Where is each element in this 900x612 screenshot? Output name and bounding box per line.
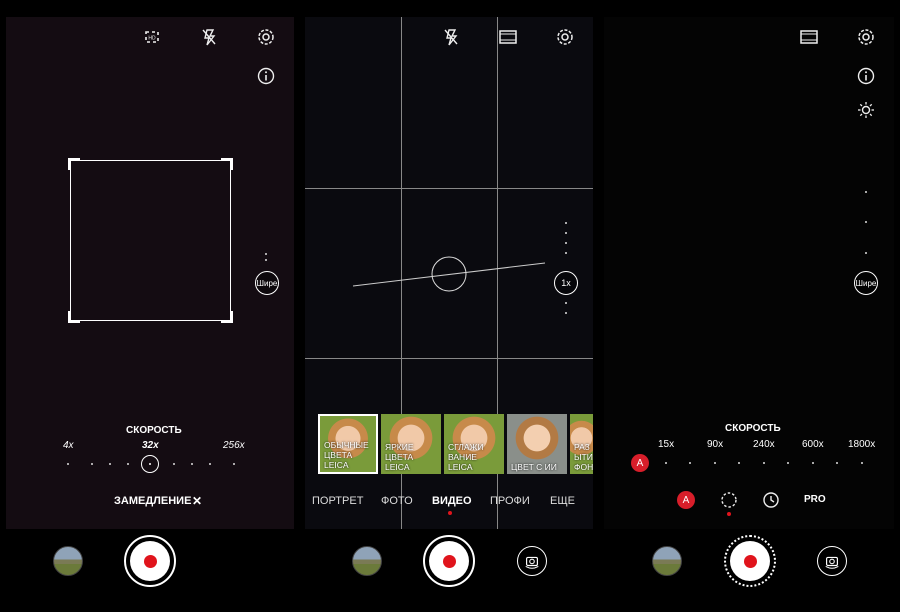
speed-label-4x[interactable]: 4x (63, 440, 74, 451)
filter-label: LEICA (448, 462, 473, 472)
grid-line (305, 188, 593, 189)
focus-frame (68, 158, 233, 323)
filter-ai-color[interactable]: ЦВЕТ С ИИ (507, 414, 567, 474)
wide-lens-label: Шире (256, 278, 278, 288)
speed-slider[interactable] (659, 455, 869, 471)
filter-label: РАЗ (574, 442, 590, 452)
filter-label: ЦВЕТ С ИИ (511, 462, 557, 472)
filter-label: СГЛАЖИ (448, 442, 484, 452)
wide-lens-button[interactable]: Шире (255, 271, 279, 295)
speed-slider[interactable] (61, 455, 241, 475)
speed-label-240x[interactable]: 240x (753, 439, 775, 450)
zoom-label: 1x (561, 278, 571, 288)
timer-icon[interactable] (761, 490, 781, 510)
zoom-dot (565, 312, 567, 314)
flash-off-icon[interactable] (199, 27, 219, 47)
filter-label: ВАНИЕ (448, 452, 477, 462)
filter-leica-vivid[interactable]: ЯРКИЕ ЦВЕТА LEICA (381, 414, 441, 474)
close-slowmo-button[interactable]: ✕ (192, 494, 202, 508)
zoom-dot (865, 191, 867, 193)
info-icon[interactable] (856, 66, 876, 86)
filter-label: LEICA (324, 460, 349, 470)
info-icon[interactable] (256, 66, 276, 86)
settings-icon[interactable] (555, 27, 575, 47)
mode-more[interactable]: ЕЩЕ (550, 495, 575, 507)
gallery-thumbnail[interactable] (53, 546, 83, 576)
viewfinder (604, 17, 894, 529)
record-button[interactable] (724, 535, 776, 587)
settings-icon[interactable] (256, 27, 276, 47)
filter-leica-standard[interactable]: ОБЫЧНЫЕ ЦВЕТА LEICA (318, 414, 378, 474)
aspect-ratio-icon[interactable]: HD (142, 27, 162, 47)
record-dot (442, 554, 456, 568)
bottom-bar (6, 529, 294, 612)
interval-icon[interactable] (719, 490, 739, 510)
bottom-bar (604, 529, 894, 612)
speed-label-90x[interactable]: 90x (707, 439, 723, 450)
record-button[interactable] (124, 535, 176, 587)
filter-background-blur[interactable]: РАЗ ЫТИ ФОН (570, 414, 593, 474)
zoom-dot (565, 252, 567, 254)
film-icon[interactable] (799, 27, 819, 47)
speed-title: СКОРОСТЬ (126, 425, 182, 436)
gallery-thumbnail[interactable] (352, 546, 382, 576)
screen-timelapse: Шире СКОРОСТЬ 15x 90x 240x 600x 1800x A … (604, 0, 894, 612)
auto-speed-badge[interactable]: A (631, 454, 649, 472)
filter-label: ОБЫЧНЫЕ (324, 440, 369, 450)
grid-line (305, 358, 593, 359)
zoom-dot (565, 232, 567, 234)
filter-leica-smooth[interactable]: СГЛАЖИ ВАНИЕ LEICA (444, 414, 504, 474)
zoom-button[interactable]: 1x (554, 271, 578, 295)
mode-portrait[interactable]: ПОРТРЕТ (312, 495, 363, 507)
filter-label: ЫТИ (574, 452, 593, 462)
film-icon[interactable] (498, 27, 518, 47)
zoom-dot (265, 253, 267, 255)
speed-label-256x[interactable]: 256x (223, 440, 245, 451)
bottom-bar (305, 529, 593, 612)
level-indicator (352, 256, 546, 292)
slowmo-mode-label: ЗАМЕДЛЕНИЕ (114, 495, 192, 507)
active-option-indicator (727, 512, 731, 516)
settings-icon[interactable] (856, 27, 876, 47)
camera-flip-button[interactable] (817, 546, 847, 576)
pro-mode-button[interactable]: PRO (804, 494, 826, 505)
zoom-dot (565, 242, 567, 244)
mode-photo[interactable]: ФОТО (381, 495, 413, 507)
gallery-thumbnail[interactable] (652, 546, 682, 576)
speed-title: СКОРОСТЬ (725, 423, 781, 434)
record-button[interactable] (423, 535, 475, 587)
svg-text:HD: HD (148, 36, 156, 42)
camera-flip-button[interactable] (517, 546, 547, 576)
mode-pro[interactable]: ПРОФИ (490, 495, 530, 507)
speed-label-600x[interactable]: 600x (802, 439, 824, 450)
wide-lens-button[interactable]: Шире (854, 271, 878, 295)
speed-label-32x[interactable]: 32x (142, 440, 159, 451)
flash-off-icon[interactable] (441, 27, 461, 47)
zoom-dot (865, 252, 867, 254)
zoom-dot (565, 302, 567, 304)
speed-label-1800x[interactable]: 1800x (848, 439, 875, 450)
wide-lens-label: Шире (855, 278, 877, 288)
zoom-dot (565, 222, 567, 224)
screen-slowmotion: HD Шире СКОРОСТЬ 4x 32x 256x ЗАМЕДЛЕНИЕ … (6, 0, 294, 612)
speed-slider-thumb[interactable] (141, 455, 159, 473)
filter-label: ЯРКИЕ (385, 442, 414, 452)
record-dot (743, 554, 757, 568)
zoom-dot (265, 259, 267, 261)
zoom-dot (865, 221, 867, 223)
camera-flip-icon (825, 556, 839, 569)
filter-label: LEICA (385, 462, 410, 472)
active-mode-indicator (448, 511, 452, 515)
filter-label: ФОН (574, 462, 593, 472)
screen-video: 1x ОБЫЧНЫЕ ЦВЕТА LEICA ЯРКИЕ ЦВЕТА LEICA СГЛ… (305, 0, 593, 612)
filter-label: ЦВЕТА (324, 450, 353, 460)
camera-flip-icon (525, 556, 539, 569)
record-dot (143, 554, 157, 568)
filter-label: ЦВЕТА (385, 452, 414, 462)
brightness-icon[interactable] (856, 100, 876, 120)
speed-label-15x[interactable]: 15x (658, 439, 674, 450)
mode-video[interactable]: ВИДЕО (432, 495, 472, 507)
auto-mode-button[interactable]: A (677, 491, 695, 509)
